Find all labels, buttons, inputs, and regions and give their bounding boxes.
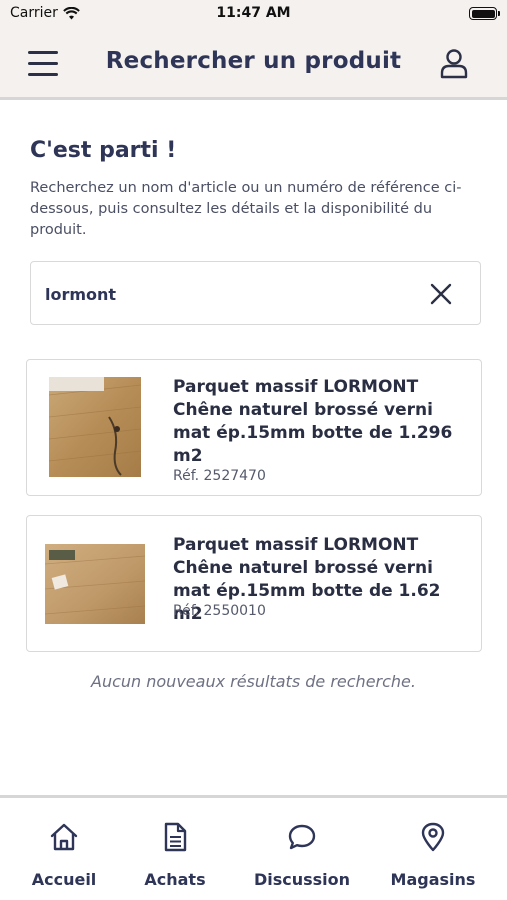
- bottom-tab-bar: Accueil Achats Discussion Magasins: [0, 795, 507, 900]
- tab-label: Discussion: [253, 870, 351, 889]
- location-pin-icon: [421, 822, 445, 852]
- home-icon: [50, 823, 78, 851]
- tab-label: Achats: [144, 870, 206, 889]
- intro-description: Recherchez un nom d'article ou un numéro…: [30, 180, 462, 238]
- tab-accueil[interactable]: Accueil: [14, 798, 114, 900]
- clock: 11:47 AM: [216, 5, 291, 21]
- product-thumbnail: [49, 377, 141, 477]
- tab-label: Accueil: [31, 870, 97, 889]
- battery-icon: [469, 7, 500, 20]
- tab-discussion[interactable]: Discussion: [246, 798, 358, 900]
- intro-heading: C'est parti !: [30, 138, 177, 163]
- product-reference: Réf. 2550010: [173, 603, 266, 619]
- document-icon: [164, 822, 187, 852]
- search-input[interactable]: [45, 280, 405, 308]
- product-name: Parquet massif LORMONT Chêne naturel bro…: [173, 377, 453, 466]
- tab-label: Magasins: [390, 870, 476, 889]
- tab-magasins[interactable]: Magasins: [382, 798, 484, 900]
- user-icon[interactable]: [439, 47, 469, 79]
- app-header: Rechercher un produit: [0, 28, 507, 100]
- status-bar: Carrier 11:47 AM: [0, 0, 507, 28]
- chat-bubble-icon: [288, 824, 316, 850]
- close-icon[interactable]: [430, 283, 452, 305]
- product-result-card[interactable]: Parquet massif LORMONT Chêne naturel bro…: [26, 515, 482, 652]
- tab-achats[interactable]: Achats: [125, 798, 225, 900]
- no-more-results-message: Aucun nouveaux résultats de recherche.: [91, 672, 416, 691]
- product-thumbnail: [45, 544, 145, 624]
- product-reference: Réf. 2527470: [173, 468, 266, 484]
- page-title: Rechercher un produit: [105, 48, 402, 74]
- search-box: [30, 261, 481, 325]
- product-result-card[interactable]: Parquet massif LORMONT Chêne naturel bro…: [26, 359, 482, 496]
